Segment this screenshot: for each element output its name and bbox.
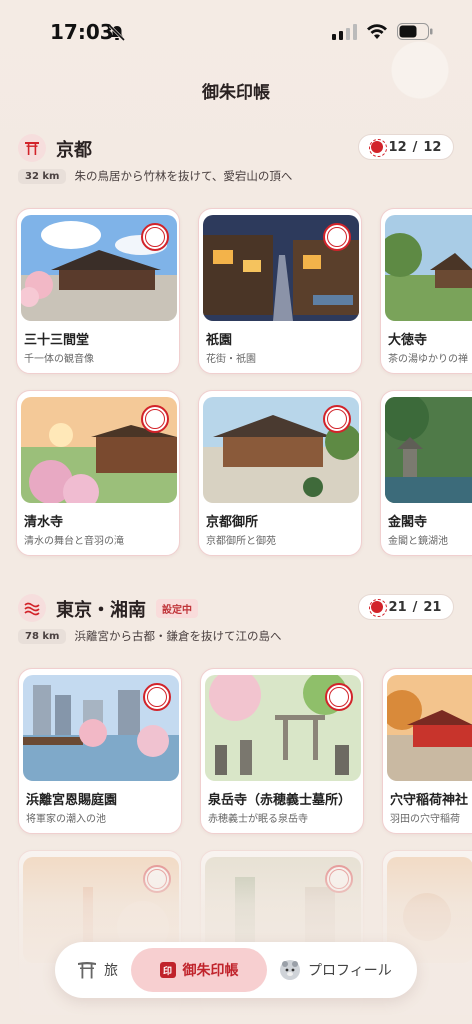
route-description: 朱の鳥居から竹林を抜けて、愛宕山の頂へ [74, 169, 293, 183]
shrine-image [385, 215, 472, 321]
shrine-name: 泉岳寺（赤穂義士墓所） [208, 793, 352, 808]
counter-collected: 12 [388, 139, 407, 155]
seal-icon: 印 [159, 962, 176, 978]
shrine-image [385, 397, 472, 503]
stamp-icon [141, 223, 169, 251]
shrine-image [205, 675, 361, 781]
shrine-name: 穴守稲荷神社 [390, 793, 469, 808]
section-title: 東京・湘南 [56, 600, 146, 621]
shrine-card[interactable]: 金閣寺 金閣と鏡湖池 [380, 390, 472, 556]
shrine-description: 花街・祇園 [206, 354, 256, 365]
shrine-description: 千一体の観音像 [24, 354, 94, 365]
section-title: 京都 [56, 140, 92, 161]
shrine-name: 清水寺 [24, 515, 64, 530]
stamp-icon [143, 683, 171, 711]
stamp-dot-icon [368, 139, 387, 157]
stamp-icon [141, 405, 169, 433]
counter-collected: 21 [388, 599, 407, 615]
torii-icon [18, 134, 46, 162]
counter-total: 21 [423, 599, 442, 615]
distance-badge: 78 km [18, 628, 67, 644]
tab-bar: 旅 印 御朱印帳 プロフィール [55, 942, 417, 998]
torii-icon [78, 962, 96, 979]
shrine-name: 金閣寺 [388, 515, 428, 530]
status-badge: 設定中 [156, 599, 198, 618]
shrine-description: 羽田の穴守稲荷 [390, 814, 460, 825]
shrine-description: 京都御所と御苑 [206, 536, 276, 547]
avatar-icon [280, 960, 300, 980]
section-subtitle: 32 km 朱の鳥居から竹林を抜けて、愛宕山の頂へ [18, 167, 292, 185]
shrine-card[interactable]: 浜離宮恩賜庭園 将軍家の潮入の池 [18, 668, 182, 834]
shrine-description: 清水の舞台と音羽の滝 [24, 536, 124, 547]
shrine-image [21, 215, 177, 321]
shrine-image [23, 675, 179, 781]
stamp-icon [323, 405, 351, 433]
battery-icon [397, 23, 433, 40]
shrine-name: 浜離宮恩賜庭園 [26, 793, 118, 808]
counter-separator: / [412, 599, 418, 615]
shrine-name: 祇園 [206, 333, 233, 348]
shrine-card[interactable]: 三十三間堂 千一体の観音像 [16, 208, 180, 374]
signal-icon [332, 24, 357, 40]
section-header-kyoto[interactable]: 京都 12 / 12 [18, 134, 458, 164]
counter-total: 12 [423, 139, 442, 155]
stamp-counter: 21 / 21 [358, 594, 454, 620]
tab-label: 御朱印帳 [182, 963, 239, 979]
shrine-image [387, 675, 472, 781]
stamp-dot-icon [368, 599, 387, 617]
stamp-counter: 12 / 12 [358, 134, 454, 160]
counter-separator: / [412, 139, 418, 155]
section-subtitle: 78 km 浜離宮から古都・鎌倉を抜けて江の島へ [18, 627, 281, 645]
page-title: 御朱印帳 [202, 83, 270, 103]
tab-journey[interactable]: 旅 [77, 948, 118, 992]
shrine-card[interactable]: 清水寺 清水の舞台と音羽の滝 [16, 390, 180, 556]
tab-label: プロフィール [308, 963, 392, 979]
tab-label: 旅 [104, 963, 118, 979]
status-bar: 17:03 [0, 0, 472, 62]
stamp-icon [325, 865, 353, 893]
shrine-card[interactable]: 京都御所 京都御所と御苑 [198, 390, 362, 556]
shrine-card[interactable]: 泉岳寺（赤穂義士墓所） 赤穂義士が眠る泉岳寺 [200, 668, 364, 834]
stamp-icon [325, 683, 353, 711]
stamp-icon [323, 223, 351, 251]
shrine-image [203, 397, 359, 503]
distance-badge: 32 km [18, 168, 67, 184]
shrine-description: 茶の湯ゆかりの禅 [388, 354, 468, 365]
shrine-card[interactable]: 大徳寺 茶の湯ゆかりの禅 [380, 208, 472, 374]
shrine-name: 大徳寺 [388, 333, 428, 348]
shrine-image [21, 397, 177, 503]
tab-goshuincho[interactable]: 印 御朱印帳 [131, 948, 267, 992]
shrine-name: 京都御所 [206, 515, 259, 530]
shrine-card[interactable]: 祇園 花街・祇園 [198, 208, 362, 374]
route-description: 浜離宮から古都・鎌倉を抜けて江の島へ [74, 629, 282, 643]
status-time: 17:03 [50, 20, 114, 44]
shrine-name: 三十三間堂 [24, 333, 90, 348]
wave-icon [18, 594, 46, 622]
wifi-icon [367, 24, 387, 39]
shrine-image [203, 215, 359, 321]
bell-off-icon [108, 24, 126, 42]
section-header-tokyo-shonan[interactable]: 東京・湘南 設定中 21 / 21 [18, 594, 458, 624]
tab-profile[interactable]: プロフィール [279, 948, 392, 992]
shrine-description: 将軍家の潮入の池 [26, 814, 106, 825]
shrine-description: 金閣と鏡湖池 [388, 536, 448, 547]
shrine-description: 赤穂義士が眠る泉岳寺 [208, 814, 308, 825]
shrine-card[interactable]: 穴守稲荷神社 羽田の穴守稲荷 [382, 668, 472, 834]
stamp-icon [143, 865, 171, 893]
